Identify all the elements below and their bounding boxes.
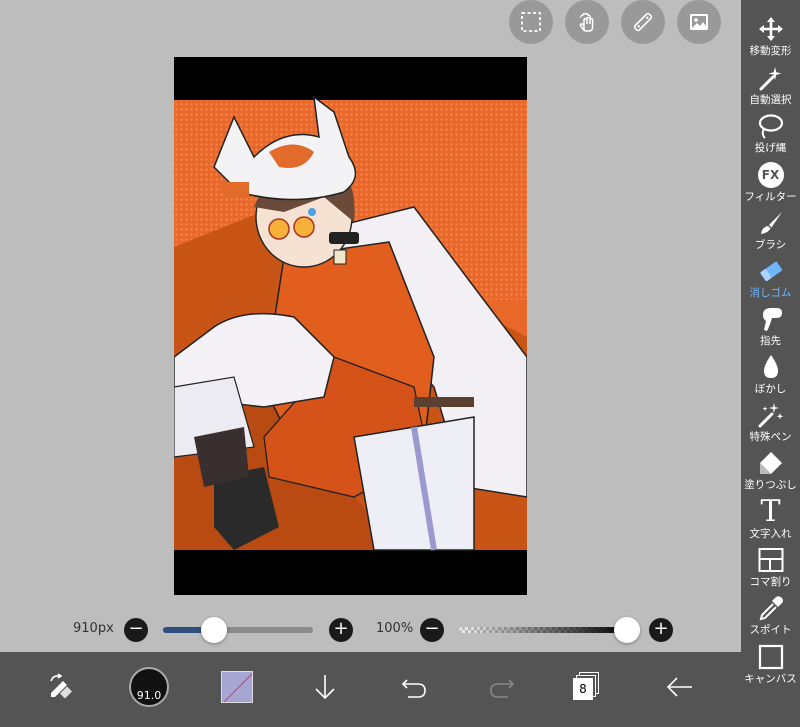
brush-size-label: 910px bbox=[73, 621, 114, 636]
brush-size-circle: 91.0 bbox=[129, 667, 169, 707]
tool-label: フィルター bbox=[744, 191, 797, 203]
fill-icon bbox=[759, 452, 782, 474]
tool-finger[interactable]: 指先 bbox=[741, 304, 800, 352]
tool-label: 特殊ペン bbox=[749, 431, 792, 443]
bottom-toolbar: 91.0 8 bbox=[0, 652, 741, 727]
tool-label: コマ割り bbox=[749, 576, 792, 588]
tool-filter[interactable]: FX フィルター bbox=[741, 160, 800, 208]
brush-size-slider[interactable] bbox=[163, 627, 313, 633]
tool-label: キャンバス bbox=[744, 673, 797, 685]
ruler-icon bbox=[633, 12, 653, 32]
artwork-illustration bbox=[174, 57, 527, 595]
redo-button[interactable] bbox=[477, 662, 527, 712]
tool-label: 指先 bbox=[760, 335, 781, 347]
undo-button[interactable] bbox=[389, 662, 439, 712]
artwork-canvas[interactable] bbox=[174, 57, 527, 595]
brush-size-preview[interactable]: 91.0 bbox=[124, 662, 174, 712]
brush-size-slider-knob[interactable] bbox=[201, 617, 227, 643]
opacity-decrease-button[interactable]: − bbox=[420, 618, 444, 642]
undo-icon bbox=[401, 679, 426, 698]
special-pen-icon bbox=[758, 403, 783, 428]
tool-blur[interactable]: ぼかし bbox=[741, 352, 800, 400]
color-picker-button[interactable] bbox=[212, 662, 262, 712]
layers-button[interactable]: 8 bbox=[563, 662, 613, 712]
tool-panel[interactable]: コマ割り bbox=[741, 545, 800, 593]
ruler-button[interactable] bbox=[621, 0, 665, 44]
tool-label: 自動選択 bbox=[749, 94, 792, 106]
tool-label: ブラシ bbox=[754, 239, 787, 251]
brush-size-decrease-button[interactable]: − bbox=[124, 618, 148, 642]
slider-row: 910px − + 100% − + bbox=[0, 613, 741, 649]
opacity-slider[interactable] bbox=[459, 627, 627, 633]
tool-brush[interactable]: ブラシ bbox=[741, 208, 800, 256]
blur-drop-icon bbox=[763, 355, 778, 378]
tool-label: 投げ縄 bbox=[754, 142, 787, 154]
gesture-button[interactable] bbox=[565, 0, 609, 44]
eraser-icon bbox=[760, 261, 782, 282]
arrow-left-icon bbox=[666, 677, 692, 697]
opacity-label: 100% bbox=[376, 621, 414, 636]
tool-eyedropper[interactable]: スポイト bbox=[741, 593, 800, 641]
move-icon bbox=[758, 17, 783, 41]
layer-count: 8 bbox=[573, 678, 593, 700]
opacity-increase-button[interactable]: + bbox=[649, 618, 673, 642]
canvas-area[interactable]: 910px − + 100% − + bbox=[0, 0, 741, 652]
selection-button[interactable] bbox=[509, 0, 553, 44]
download-button[interactable] bbox=[300, 662, 350, 712]
redo-icon bbox=[490, 679, 515, 698]
brush-size-increase-button[interactable]: + bbox=[329, 618, 353, 642]
brush-eraser-swap-icon bbox=[50, 673, 73, 699]
tool-label: ぼかし bbox=[754, 383, 787, 395]
selection-icon bbox=[521, 12, 541, 32]
back-button[interactable] bbox=[655, 662, 705, 712]
tool-special-pen[interactable]: 特殊ペン bbox=[741, 400, 800, 448]
tool-text[interactable]: T 文字入れ bbox=[741, 497, 800, 545]
panel-icon bbox=[758, 548, 783, 572]
color-swatch-slash bbox=[223, 673, 252, 702]
tool-eraser[interactable]: 消しゴム bbox=[741, 256, 800, 304]
lasso-icon bbox=[758, 114, 783, 139]
tool-magic-wand[interactable]: 自動選択 bbox=[741, 63, 800, 111]
tool-move[interactable]: 移動変形 bbox=[741, 14, 800, 62]
material-icon bbox=[690, 14, 708, 30]
canvas-icon bbox=[758, 644, 783, 670]
brush-size-badge: 91.0 bbox=[136, 689, 162, 702]
material-button[interactable] bbox=[677, 0, 721, 44]
fx-icon: FX bbox=[757, 162, 784, 188]
top-icon-bar bbox=[509, 0, 721, 44]
color-swatch bbox=[221, 671, 253, 703]
arrow-down-icon bbox=[315, 675, 335, 700]
finger-icon bbox=[762, 308, 782, 331]
tool-canvas[interactable]: キャンバス bbox=[741, 642, 800, 690]
tool-fill[interactable]: 塗りつぶし bbox=[741, 448, 800, 496]
tool-label: 移動変形 bbox=[749, 45, 792, 57]
tool-label: スポイト bbox=[749, 624, 792, 636]
opacity-slider-knob[interactable] bbox=[614, 617, 640, 643]
tool-label: 塗りつぶし bbox=[744, 479, 797, 491]
text-icon: T bbox=[760, 494, 781, 529]
eyedropper-icon bbox=[759, 596, 783, 621]
brush-icon bbox=[760, 212, 782, 234]
tool-label: 消しゴム bbox=[749, 287, 792, 299]
gesture-icon bbox=[579, 12, 594, 32]
magic-wand-icon bbox=[759, 67, 781, 91]
brush-eraser-toggle-button[interactable] bbox=[36, 662, 86, 712]
layers-icon: 8 bbox=[573, 672, 603, 702]
tool-label: 文字入れ bbox=[749, 528, 792, 540]
tool-lasso[interactable]: 投げ縄 bbox=[741, 111, 800, 159]
tool-sidebar: 移動変形 自動選択 投げ縄 FX フィルター ブラシ 消しゴム 指先 ぼかし 特… bbox=[741, 0, 800, 727]
